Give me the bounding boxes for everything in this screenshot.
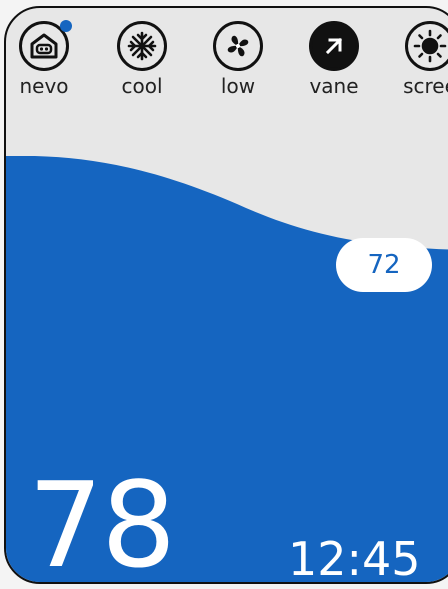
mode-label-nevo: nevo [19, 74, 69, 98]
current-temperature: 78 [28, 456, 176, 584]
mode-button-cool[interactable]: cool [110, 21, 174, 98]
mode-button-screen[interactable]: scree [398, 21, 448, 98]
fan-icon [213, 21, 263, 71]
setpoint-badge[interactable]: 72 [336, 238, 432, 292]
clock-time: 12:45 [288, 532, 421, 584]
notification-dot [60, 20, 72, 32]
sun-icon [405, 21, 448, 71]
thermostat-screen: nevo cool low vane scre 72 78 12:45 [4, 6, 448, 584]
mode-button-nevo[interactable]: nevo [12, 20, 76, 98]
mode-button-vane[interactable]: vane [302, 21, 366, 98]
arrow-up-right-icon [309, 21, 359, 71]
mode-label-vane: vane [309, 74, 359, 98]
home-icon [19, 20, 72, 71]
mode-button-fan-speed[interactable]: low [206, 21, 270, 98]
mode-label-cool: cool [121, 74, 163, 98]
mode-toolbar: nevo cool low vane scre [6, 8, 448, 128]
snowflake-icon [117, 21, 167, 71]
mode-label-low: low [220, 74, 256, 98]
mode-label-screen: scree [403, 74, 448, 98]
